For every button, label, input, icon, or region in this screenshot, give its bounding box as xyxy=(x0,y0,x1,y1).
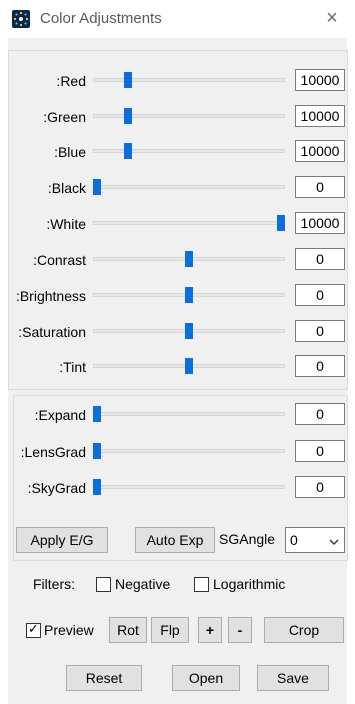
title-bar: Color Adjustments × xyxy=(0,0,355,38)
slider-track-white[interactable] xyxy=(93,221,285,225)
slider-thumb-black[interactable] xyxy=(93,179,101,195)
slider-label-brightness: Brightness: xyxy=(15,288,86,304)
slider-thumb-blue[interactable] xyxy=(124,143,133,159)
slider-value-blue[interactable]: 10000 xyxy=(295,140,345,162)
slider-label-red: Red: xyxy=(56,73,86,89)
slider-track-blue[interactable] xyxy=(93,149,285,153)
slider-track-red[interactable] xyxy=(93,78,285,82)
slider-value-tint[interactable]: 0 xyxy=(295,355,345,377)
slider-label-green: Green: xyxy=(43,109,86,125)
filters-label: Filters: xyxy=(33,576,75,592)
slider-label-black: Black: xyxy=(47,180,86,196)
chevron-down-icon xyxy=(329,534,339,549)
slider-track-green[interactable] xyxy=(93,114,285,118)
slider-label-expand: Expand: xyxy=(34,407,86,423)
checkmark-icon: ✓ xyxy=(28,621,39,636)
close-icon[interactable]: × xyxy=(309,0,355,38)
plus-button[interactable]: + xyxy=(198,617,222,643)
slider-thumb-lensgrad[interactable] xyxy=(93,443,101,459)
slider-label-white: White: xyxy=(46,216,86,232)
preview-checkbox[interactable]: ✓ xyxy=(26,621,41,638)
slider-thumb-red[interactable] xyxy=(124,72,133,88)
slider-value-green[interactable]: 10000 xyxy=(295,105,345,127)
slider-thumb-skygrad[interactable] xyxy=(93,479,101,495)
flp-button[interactable]: Flp xyxy=(151,617,189,643)
slider-thumb-conrast[interactable] xyxy=(185,251,193,267)
slider-thumb-green[interactable] xyxy=(124,108,133,124)
slider-track-skygrad[interactable] xyxy=(93,485,285,489)
apply-eg-button[interactable]: Apply E/G xyxy=(16,527,108,553)
slider-value-skygrad[interactable]: 0 xyxy=(295,476,345,498)
slider-value-expand[interactable]: 0 xyxy=(295,403,345,425)
dialog-body: Red: 10000 Green: 10000 Blue: 10000 Black: 0 Whi… xyxy=(8,38,348,704)
slider-label-tint: Tint: xyxy=(59,359,86,375)
open-button[interactable]: Open xyxy=(172,665,240,691)
save-button[interactable]: Save xyxy=(257,665,329,691)
sgangle-select[interactable]: 0 xyxy=(285,527,345,553)
slider-label-saturation: Saturation: xyxy=(18,324,86,340)
slider-label-skygrad: SkyGrad: xyxy=(27,480,86,496)
starburst-icon-glyph xyxy=(13,11,29,27)
slider-thumb-brightness[interactable] xyxy=(185,287,193,303)
slider-thumb-white[interactable] xyxy=(277,215,285,231)
logarithmic-checkbox[interactable] xyxy=(194,577,209,592)
slider-label-conrast: Conrast: xyxy=(33,252,86,268)
slider-value-saturation[interactable]: 0 xyxy=(295,320,345,342)
window-title: Color Adjustments xyxy=(40,10,162,27)
slider-label-lensgrad: LensGrad: xyxy=(20,444,86,460)
negative-checkbox[interactable] xyxy=(96,577,111,592)
slider-value-brightness[interactable]: 0 xyxy=(295,284,345,306)
slider-thumb-saturation[interactable] xyxy=(185,323,193,339)
slider-track-black[interactable] xyxy=(93,185,285,189)
slider-label-blue: Blue: xyxy=(54,144,86,160)
starburst-app-icon xyxy=(12,10,30,28)
slider-track-lensgrad[interactable] xyxy=(93,449,285,453)
sgangle-label: SGAngle xyxy=(219,531,276,547)
minus-button[interactable]: - xyxy=(228,617,252,643)
slider-value-lensgrad[interactable]: 0 xyxy=(295,440,345,462)
preview-label[interactable]: Preview xyxy=(44,622,106,638)
slider-value-white[interactable]: 10000 xyxy=(295,212,345,234)
negative-label[interactable]: Negative xyxy=(115,576,170,592)
slider-value-red[interactable]: 10000 xyxy=(295,69,345,91)
auto-exp-button[interactable]: Auto Exp xyxy=(135,527,215,553)
slider-track-expand[interactable] xyxy=(93,412,285,416)
rot-button[interactable]: Rot xyxy=(109,617,147,643)
sgangle-value: 0 xyxy=(290,532,298,548)
logarithmic-label[interactable]: Logarithmic xyxy=(213,576,285,592)
reset-button[interactable]: Reset xyxy=(66,665,142,691)
slider-thumb-expand[interactable] xyxy=(93,406,101,422)
slider-value-black[interactable]: 0 xyxy=(295,176,345,198)
slider-value-conrast[interactable]: 0 xyxy=(295,248,345,270)
slider-thumb-tint[interactable] xyxy=(185,358,193,374)
crop-button[interactable]: Crop xyxy=(264,617,344,643)
